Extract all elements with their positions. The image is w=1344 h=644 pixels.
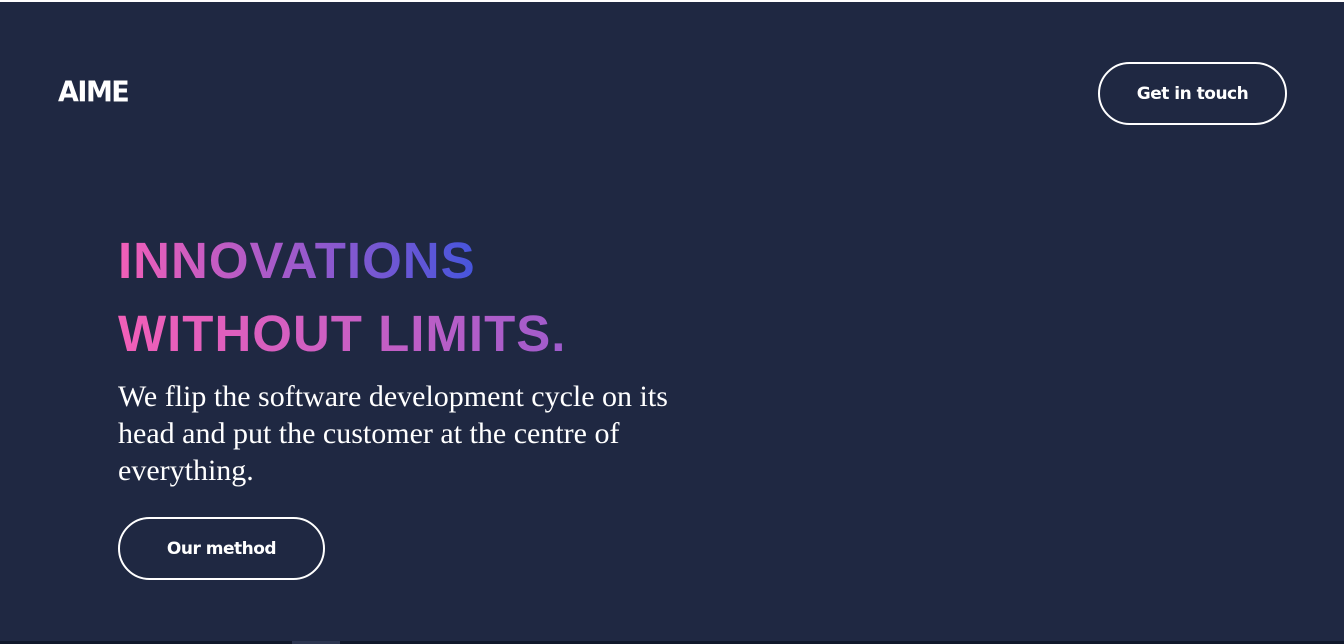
get-in-touch-button[interactable]: Get in touch	[1098, 62, 1287, 125]
brand-logo[interactable]: AIME	[58, 77, 130, 109]
hero-subtitle: We flip the software development cycle o…	[118, 380, 668, 487]
headline-line-1: INNOVATIONS	[118, 224, 476, 297]
hero-headline: INNOVATIONS WITHOUT LIMITS.	[118, 224, 566, 370]
our-method-button[interactable]: Our method	[118, 517, 325, 580]
headline-line-2: WITHOUT LIMITS.	[118, 297, 566, 370]
hero-page: AIME Get in touch INNOVATIONS WITHOUT LI…	[0, 2, 1344, 641]
